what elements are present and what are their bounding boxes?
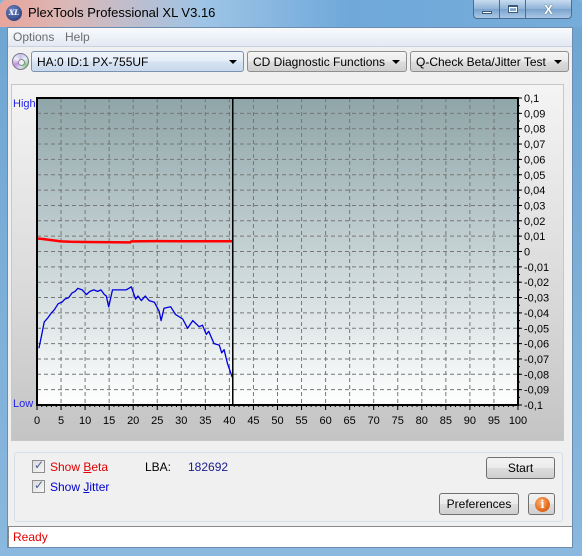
- x-tick-label: 100: [509, 415, 527, 427]
- info-button[interactable]: i: [528, 493, 555, 515]
- test-select[interactable]: Q-Check Beta/Jitter Test: [410, 51, 569, 72]
- client-area: Options Help HA:0 ID:1 PX-755UF CD Diagn…: [7, 27, 573, 548]
- label-text: Show: [50, 480, 84, 494]
- chart-panel: 0,1 0,09 0,08 0,07 0,06 0,05 0,04 0,03 0,02 0,01 0…: [11, 84, 564, 441]
- menu-bar: Options Help: [8, 28, 572, 47]
- close-button[interactable]: X: [526, 0, 572, 19]
- y-tick-label: -0,09: [524, 385, 549, 397]
- y-tick-label: 0,03: [524, 200, 545, 212]
- app-window: XL PlexTools Professional XL V3.16 X Opt…: [0, 0, 582, 556]
- preferences-button[interactable]: Preferences: [439, 493, 519, 515]
- y-high-label: High: [13, 98, 36, 110]
- label-text: Show: [50, 460, 84, 474]
- y-low-label: Low: [13, 398, 33, 410]
- lba-value: 182692: [188, 460, 229, 474]
- y-tick-label: -0,03: [524, 293, 549, 305]
- x-tick-label: 90: [464, 415, 476, 427]
- test-select-value: Q-Check Beta/Jitter Test: [416, 55, 546, 69]
- status-bar: Ready: [8, 526, 572, 547]
- y-tick-label: 0,06: [524, 154, 545, 166]
- y-tick-label: -0,05: [524, 323, 549, 335]
- grid-lines: [37, 98, 518, 405]
- y-tick-label: 0,05: [524, 170, 545, 182]
- x-tick-label: 60: [319, 415, 331, 427]
- title-bar[interactable]: XL PlexTools Professional XL V3.16 X: [0, 0, 582, 27]
- drive-select[interactable]: HA:0 ID:1 PX-755UF: [31, 51, 244, 72]
- x-tick-label: 10: [79, 415, 91, 427]
- chevron-down-icon: [554, 60, 562, 64]
- x-tick-label: 45: [247, 415, 259, 427]
- chevron-down-icon: [229, 60, 237, 64]
- lba-label: LBA:: [145, 460, 172, 474]
- beta-jitter-chart: 0,1 0,09 0,08 0,07 0,06 0,05 0,04 0,03 0,02 0,01 0…: [13, 93, 549, 427]
- window-controls: X: [473, 0, 572, 19]
- y-tick-label: 0,04: [524, 185, 545, 197]
- x-tick-label: 50: [271, 415, 283, 427]
- x-tick-label: 95: [488, 415, 500, 427]
- x-tick-label: 15: [103, 415, 115, 427]
- drive-select-value: HA:0 ID:1 PX-755UF: [37, 55, 149, 69]
- chevron-down-icon: [392, 60, 400, 64]
- label-text: itter: [89, 480, 110, 494]
- x-tick-label: 75: [392, 415, 404, 427]
- label-text: eta: [91, 460, 109, 474]
- y-tick-label: -0,02: [524, 277, 549, 289]
- x-tick-label: 35: [199, 415, 211, 427]
- y-tick-label: -0,1: [524, 400, 543, 412]
- y-tick-label: 0,1: [524, 93, 539, 105]
- y-tick-label: 0,02: [524, 216, 545, 228]
- x-tick-label: 5: [58, 415, 64, 427]
- y-tick-label: -0,04: [524, 308, 549, 320]
- x-tick-label: 40: [223, 415, 235, 427]
- y-tick-label: -0,07: [524, 354, 549, 366]
- disc-drive-icon: [12, 53, 29, 70]
- minimize-icon: [481, 10, 492, 14]
- x-tick-label: 20: [127, 415, 139, 427]
- maximize-button[interactable]: [500, 0, 526, 19]
- plextools-logo-icon: XL: [6, 5, 22, 21]
- minimize-button[interactable]: [473, 0, 500, 19]
- y-tick-label: -0,06: [524, 339, 549, 351]
- menu-options[interactable]: Options: [13, 30, 54, 44]
- x-tick-label: 85: [440, 415, 452, 427]
- window-title: PlexTools Professional XL V3.16: [28, 5, 216, 20]
- start-button[interactable]: Start: [486, 457, 555, 479]
- y-tick-label: -0,08: [524, 369, 549, 381]
- x-tick-label: 25: [151, 415, 163, 427]
- maximize-icon: [507, 5, 518, 13]
- x-tick-label: 55: [295, 415, 307, 427]
- y-tick-label: 0,09: [524, 108, 545, 120]
- show-beta-checkbox[interactable]: ✓: [32, 458, 45, 473]
- y-tick-label: 0,08: [524, 124, 545, 136]
- y-tick-label: 0,07: [524, 139, 545, 151]
- show-jitter-checkbox[interactable]: ✓: [32, 478, 45, 493]
- y-tick-label: 0: [524, 247, 530, 259]
- x-tick-label: 70: [368, 415, 380, 427]
- status-text: Ready: [13, 530, 48, 544]
- check-icon: ✓: [34, 458, 45, 472]
- close-icon: X: [544, 1, 553, 17]
- toolbar: HA:0 ID:1 PX-755UF CD Diagnostic Functio…: [8, 48, 572, 78]
- show-jitter-label[interactable]: Show Jitter: [50, 480, 109, 494]
- show-beta-label[interactable]: Show Beta: [50, 460, 108, 474]
- y-tick-label: -0,01: [524, 262, 549, 274]
- function-select-value: CD Diagnostic Functions: [253, 55, 386, 69]
- x-tick-label: 80: [416, 415, 428, 427]
- x-tick-label: 30: [175, 415, 187, 427]
- function-select[interactable]: CD Diagnostic Functions: [247, 51, 407, 72]
- x-tick-label: 0: [34, 415, 40, 427]
- menu-help[interactable]: Help: [65, 30, 90, 44]
- x-tick-label: 65: [344, 415, 356, 427]
- info-icon: i: [535, 497, 550, 512]
- y-tick-label: 0,01: [524, 231, 545, 243]
- check-icon: ✓: [34, 478, 45, 492]
